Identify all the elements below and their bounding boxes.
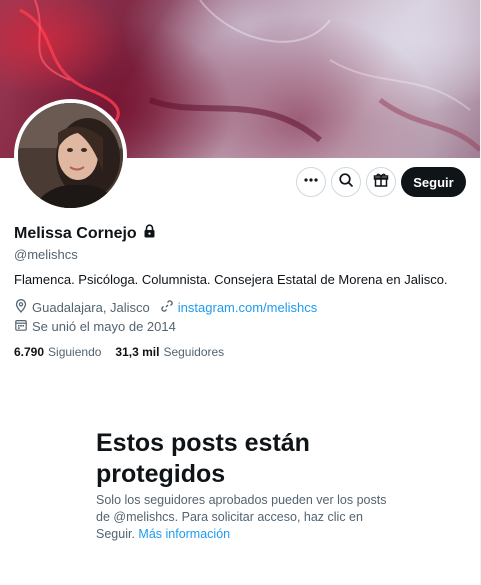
follow-stats: 6.790 Siguiendo 31,3 mil Seguidores <box>14 345 224 359</box>
location-text: Guadalajara, Jalisco <box>32 300 150 315</box>
website[interactable]: instagram.com/melishcs <box>160 299 317 316</box>
following-label: Siguiendo <box>48 345 102 359</box>
link-icon <box>160 299 174 316</box>
search-button[interactable] <box>331 167 361 197</box>
lock-icon <box>143 224 156 243</box>
more-info-link[interactable]: Más información <box>138 527 230 541</box>
display-name: Melissa Cornejo <box>14 224 137 242</box>
meta-row-1: Guadalajara, Jalisco instagram.com/melis… <box>14 299 327 316</box>
user-handle: @melishcs <box>14 247 78 262</box>
more-options-button[interactable] <box>296 167 326 197</box>
more-dots-icon <box>303 172 319 193</box>
website-link[interactable]: instagram.com/melishcs <box>178 300 317 315</box>
followers-count: 31,3 mil <box>115 345 160 359</box>
location: Guadalajara, Jalisco <box>14 299 150 316</box>
following-count: 6.790 <box>14 345 45 359</box>
subscribe-button[interactable] <box>366 167 396 197</box>
calendar-icon <box>14 318 28 335</box>
search-icon <box>338 172 354 193</box>
follow-button[interactable]: Seguir <box>401 167 466 197</box>
followers-stat[interactable]: 31,3 mil Seguidores <box>115 345 224 359</box>
profile-page: Seguir Melissa Cornejo @melishcs Flamenc… <box>0 0 481 585</box>
bio: Flamenca. Psicóloga. Columnista. Conseje… <box>14 272 448 287</box>
gift-icon <box>373 172 389 193</box>
join-date-text: Se unió el mayo de 2014 <box>32 319 176 334</box>
protected-title: Estos posts están protegidos <box>96 429 310 488</box>
followers-label: Seguidores <box>163 345 225 359</box>
location-pin-icon <box>14 299 28 316</box>
avatar[interactable] <box>14 99 127 212</box>
protected-description: Solo los seguidores aprobados pueden ver… <box>96 492 396 543</box>
name-row: Melissa Cornejo <box>14 224 156 243</box>
join-date: Se unió el mayo de 2014 <box>14 318 176 335</box>
following-stat[interactable]: 6.790 Siguiendo <box>14 345 101 359</box>
meta-row-2: Se unió el mayo de 2014 <box>14 318 186 335</box>
